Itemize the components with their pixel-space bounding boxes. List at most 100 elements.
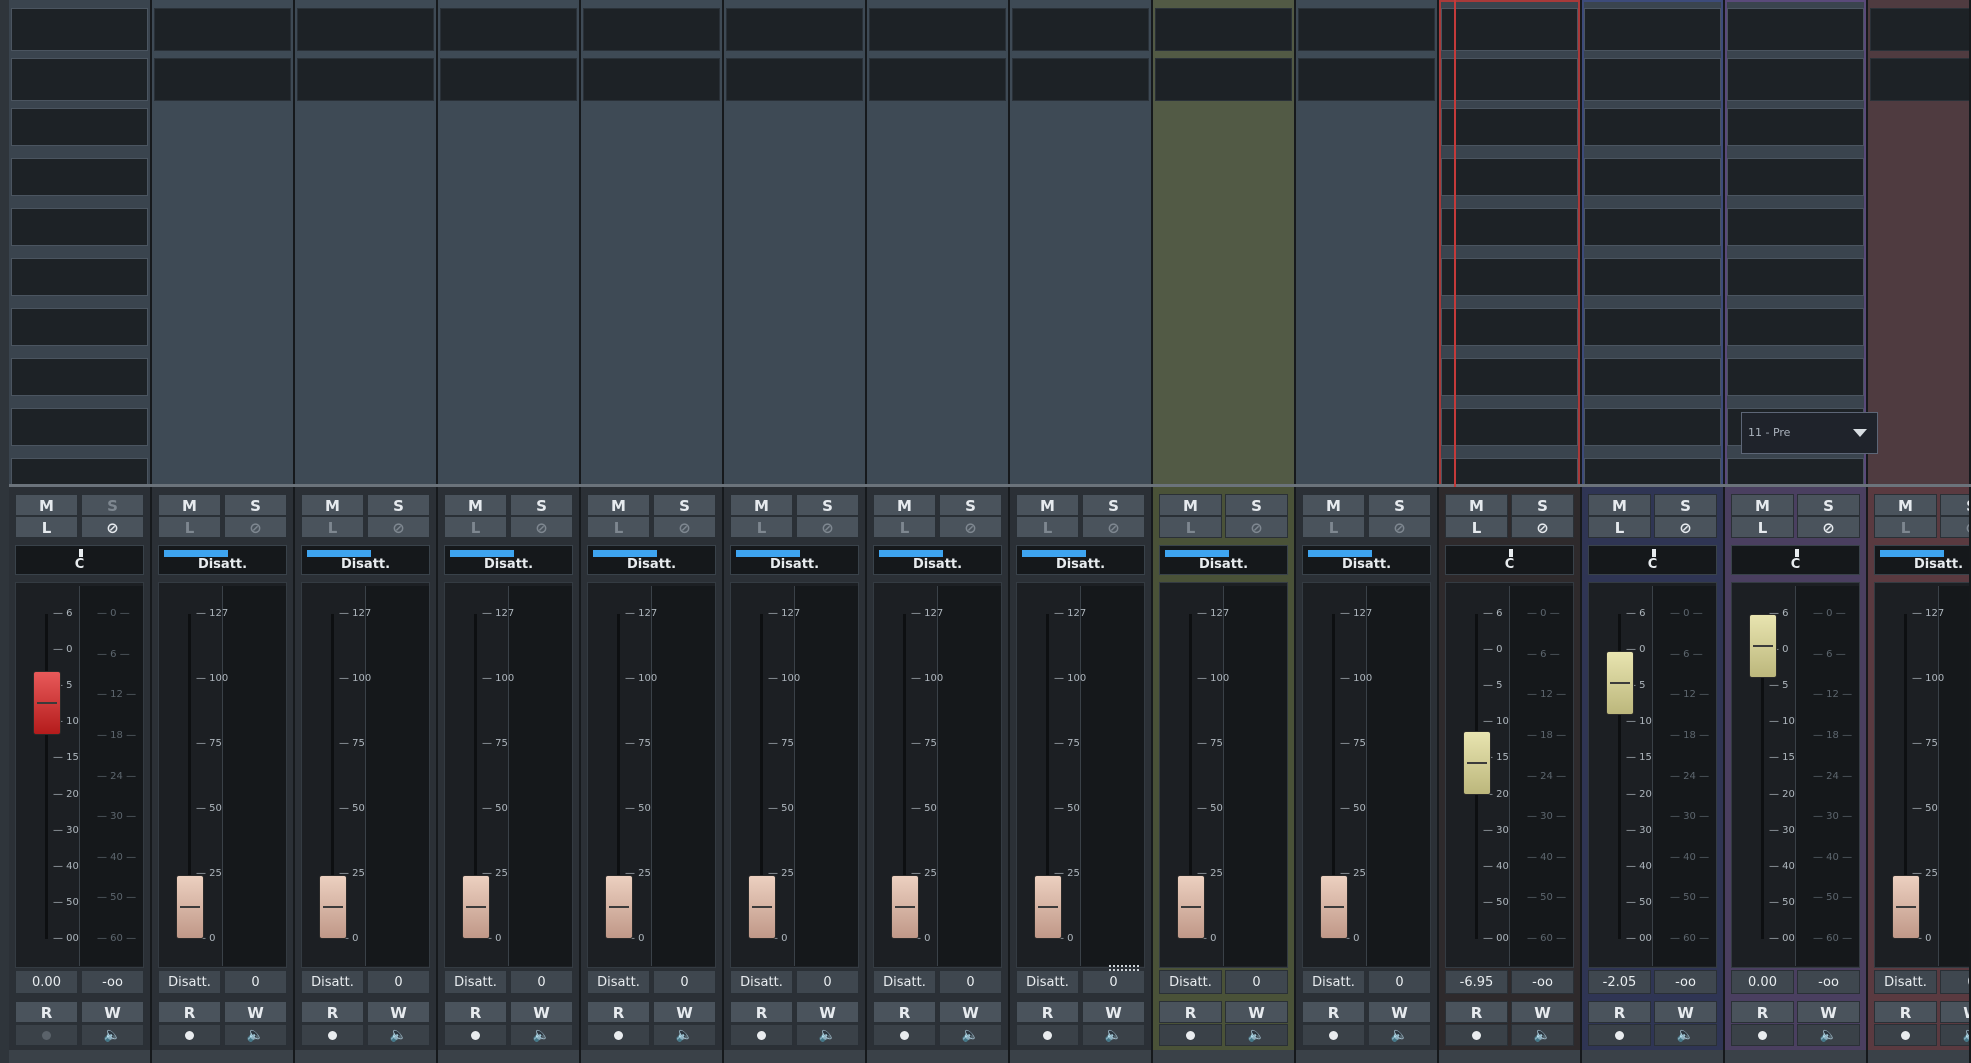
insert-slot[interactable] [1441,358,1578,396]
insert-slot[interactable] [154,8,291,51]
insert-slot[interactable] [583,58,720,101]
fader-handle[interactable] [319,875,347,939]
write-automation-button[interactable]: W [81,1001,144,1023]
listen-button[interactable]: L [1731,516,1794,538]
insert-slot[interactable] [726,58,863,101]
peak-value[interactable]: -oo [81,970,144,994]
peak-value[interactable]: 0 [653,970,716,994]
speaker-icon[interactable]: 🔈 [1511,1024,1574,1046]
phase-invert-icon[interactable]: ⊘ [510,516,573,538]
insert-slot[interactable] [1441,408,1578,446]
mute-button[interactable]: M [1302,494,1365,516]
fader-level-value[interactable]: -6.95 [1445,970,1508,994]
insert-slot[interactable] [726,8,863,51]
listen-button[interactable]: L [15,516,78,538]
write-automation-button[interactable]: W [367,1001,430,1023]
peak-value[interactable]: 0 [510,970,573,994]
write-automation-button[interactable]: W [939,1001,1002,1023]
speaker-icon[interactable]: 🔈 [1797,1024,1860,1046]
record-enable-icon[interactable] [873,1024,936,1046]
record-enable-icon[interactable] [1874,1024,1937,1046]
record-enable-icon[interactable] [730,1024,793,1046]
peak-value[interactable]: 0 [367,970,430,994]
preset-select[interactable]: 11 - Pre [1741,412,1878,454]
record-enable-icon[interactable] [15,1024,78,1046]
phase-invert-icon[interactable]: ⊘ [939,516,1002,538]
solo-button[interactable]: S [1940,494,1969,516]
insert-slot[interactable] [1870,8,1969,51]
insert-slot[interactable] [1155,8,1292,51]
mute-button[interactable]: M [15,494,78,516]
fader-handle[interactable] [1177,875,1205,939]
read-automation-button[interactable]: R [158,1001,221,1023]
write-automation-button[interactable]: W [1511,1001,1574,1023]
fader-level-value[interactable]: Disatt. [1302,970,1365,994]
phase-invert-icon[interactable]: ⊘ [1511,516,1574,538]
insert-slot[interactable] [583,8,720,51]
speaker-icon[interactable]: 🔈 [81,1024,144,1046]
fader-level-value[interactable]: Disatt. [1159,970,1222,994]
record-enable-icon[interactable] [158,1024,221,1046]
mute-button[interactable]: M [158,494,221,516]
record-enable-icon[interactable] [1731,1024,1794,1046]
peak-value[interactable]: 0 [796,970,859,994]
fader-level-value[interactable]: Disatt. [730,970,793,994]
insert-slot[interactable] [297,8,434,51]
solo-button[interactable]: S [81,494,144,516]
insert-slot[interactable] [11,158,148,196]
insert-slot[interactable] [1727,308,1864,346]
write-automation-button[interactable]: W [1940,1001,1969,1023]
speaker-icon[interactable]: 🔈 [1940,1024,1969,1046]
pan-control[interactable]: C [1731,545,1860,575]
insert-slot[interactable] [1727,108,1864,146]
solo-button[interactable]: S [224,494,287,516]
fader-level-value[interactable]: Disatt. [1016,970,1079,994]
fader-handle[interactable] [1463,731,1491,796]
peak-value[interactable]: -oo [1511,970,1574,994]
panel-divider[interactable] [9,484,1971,971]
listen-button[interactable]: L [1445,516,1508,538]
read-automation-button[interactable]: R [1016,1001,1079,1023]
listen-button[interactable]: L [301,516,364,538]
pan-control[interactable]: Disatt. [587,545,716,575]
mute-button[interactable]: M [1874,494,1937,516]
fader-handle[interactable] [1320,875,1348,939]
insert-slot[interactable] [1298,8,1435,51]
write-automation-button[interactable]: W [796,1001,859,1023]
phase-invert-icon[interactable]: ⊘ [81,516,144,538]
phase-invert-icon[interactable]: ⊘ [1797,516,1860,538]
phase-invert-icon[interactable]: ⊘ [224,516,287,538]
speaker-icon[interactable]: 🔈 [1368,1024,1431,1046]
mute-button[interactable]: M [301,494,364,516]
insert-slot[interactable] [1727,58,1864,101]
phase-invert-icon[interactable]: ⊘ [1654,516,1717,538]
read-automation-button[interactable]: R [1302,1001,1365,1023]
insert-slot[interactable] [154,58,291,101]
insert-slot[interactable] [1584,408,1721,446]
pan-control[interactable]: Disatt. [730,545,859,575]
insert-slot[interactable] [1727,258,1864,296]
phase-invert-icon[interactable]: ⊘ [367,516,430,538]
insert-slot[interactable] [11,8,148,51]
write-automation-button[interactable]: W [1654,1001,1717,1023]
speaker-icon[interactable]: 🔈 [1082,1024,1145,1046]
insert-slot[interactable] [11,258,148,296]
insert-slot[interactable] [1584,58,1721,101]
insert-slot[interactable] [11,208,148,246]
read-automation-button[interactable]: R [1874,1001,1937,1023]
fader-handle[interactable] [891,875,919,939]
pan-control[interactable]: Disatt. [1302,545,1431,575]
pan-control[interactable]: Disatt. [1016,545,1145,575]
read-automation-button[interactable]: R [1159,1001,1222,1023]
insert-slot[interactable] [1012,58,1149,101]
fader-level-value[interactable]: Disatt. [158,970,221,994]
insert-slot[interactable] [11,308,148,346]
solo-button[interactable]: S [1368,494,1431,516]
write-automation-button[interactable]: W [1797,1001,1860,1023]
fader-handle[interactable] [748,875,776,939]
phase-invert-icon[interactable]: ⊘ [653,516,716,538]
insert-slot[interactable] [1584,358,1721,396]
insert-slot[interactable] [1441,258,1578,296]
fader-handle[interactable] [462,875,490,939]
solo-button[interactable]: S [1511,494,1574,516]
